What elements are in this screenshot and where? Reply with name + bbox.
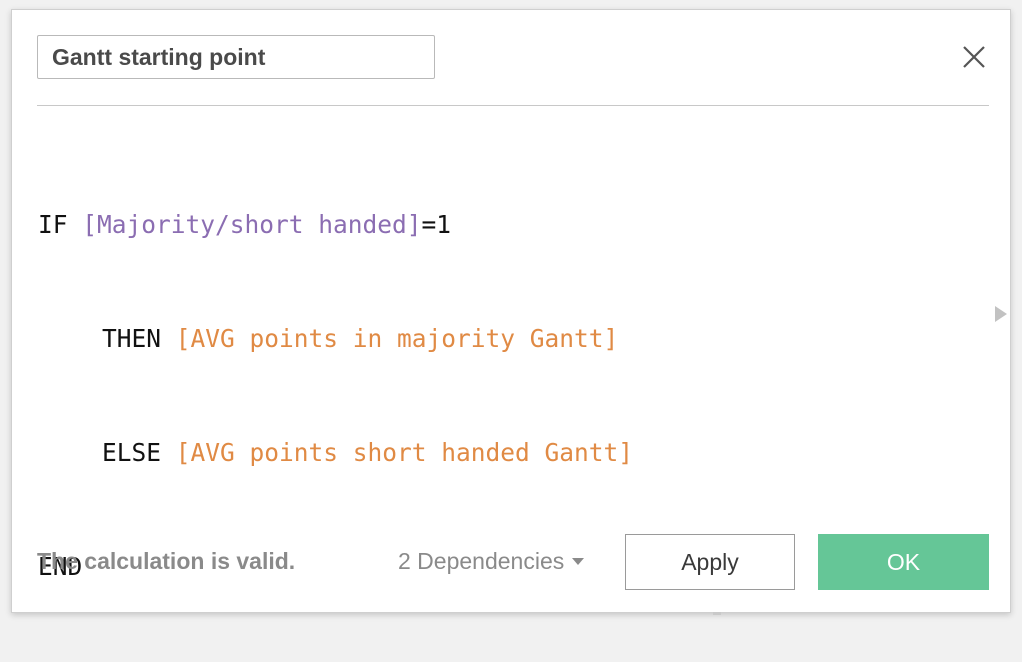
close-button[interactable] [957, 40, 991, 74]
formula-editor[interactable]: IF [Majority/short handed]=1 THEN [AVG p… [38, 130, 978, 581]
validation-status: The calculation is valid. [37, 548, 296, 574]
dependencies-dropdown[interactable]: 2 Dependencies [398, 548, 585, 575]
calculation-name-input[interactable] [37, 35, 435, 79]
code-line-1: IF [Majority/short handed]=1 [38, 206, 978, 244]
caret-down-icon [572, 558, 585, 565]
ok-button[interactable]: OK [818, 534, 989, 590]
apply-button[interactable]: Apply [625, 534, 795, 590]
calculation-dialog: IF [Majority/short handed]=1 THEN [AVG p… [11, 9, 1011, 613]
header-divider [37, 105, 989, 106]
comparison-operator: =1 [421, 210, 452, 239]
resize-grip [713, 612, 721, 615]
keyword-then: THEN [102, 324, 162, 353]
expand-panel-button[interactable] [994, 304, 1008, 324]
code-line-2: THEN [AVG points in majority Gantt] [38, 320, 978, 358]
close-icon[interactable] [957, 40, 991, 74]
keyword-else: ELSE [102, 438, 162, 467]
keyword-if: IF [38, 210, 68, 239]
dependencies-label: 2 Dependencies [398, 548, 565, 574]
code-line-3: ELSE [AVG points short handed Gantt] [38, 434, 978, 472]
field-reference-short-handed: [AVG points short handed Gantt] [175, 438, 634, 467]
chevron-right-icon[interactable] [994, 304, 1008, 324]
parameter-reference: [Majority/short handed] [82, 210, 422, 239]
field-reference-majority: [AVG points in majority Gantt] [175, 324, 619, 353]
